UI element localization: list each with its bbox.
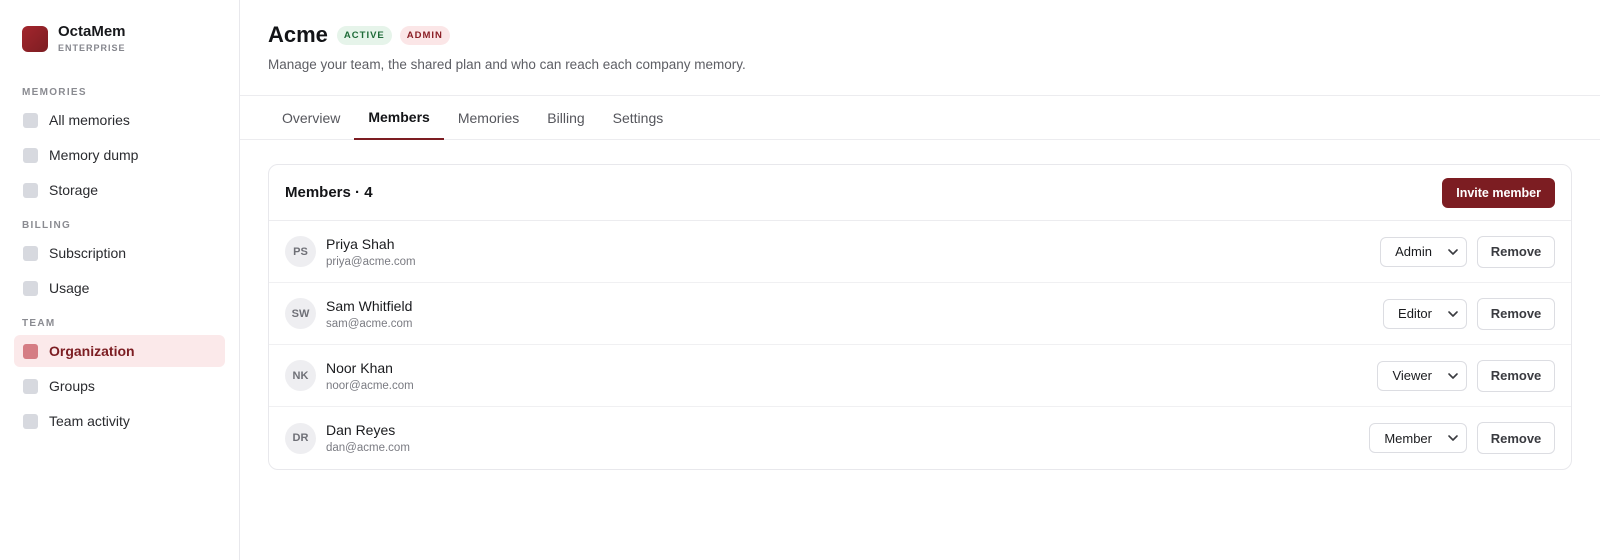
square-icon (23, 245, 38, 261)
sidebar-item-label: Storage (49, 182, 99, 198)
role-select[interactable]: Viewer (1377, 360, 1467, 391)
invite-member-button[interactable]: Invite member (1442, 177, 1555, 208)
sidebar-item-label: Subscription (49, 245, 127, 261)
member-name: Sam Whitfield (326, 297, 413, 314)
sidebar-item-label: Groups (49, 378, 95, 394)
sidebar-item-label: Team activity (49, 413, 130, 429)
member-email: sam@acme.com (326, 317, 413, 330)
role-badge: ADMIN (399, 25, 450, 45)
square-icon (23, 112, 38, 128)
sidebar: OctaMem ENTERPRISE MEMORIES All memories… (0, 0, 240, 560)
tab-settings[interactable]: Settings (599, 96, 678, 140)
avatar: NK (285, 360, 316, 391)
nav-section-team: TEAM Organization Groups Team activity (14, 318, 225, 437)
role-select[interactable]: Editor (1383, 298, 1467, 329)
sidebar-item-label: Organization (49, 343, 135, 359)
members-card-header: Members · 4 Invite member (269, 165, 1571, 221)
sidebar-item-storage[interactable]: Storage (14, 174, 225, 206)
sidebar-item-all-memories[interactable]: All memories (14, 104, 225, 136)
member-name: Priya Shah (326, 235, 395, 252)
tab-billing[interactable]: Billing (533, 96, 598, 140)
page-subtitle: Manage your team, the shared plan and wh… (268, 57, 746, 72)
section-title: TEAM (22, 318, 56, 329)
member-info: Noor Khan noor@acme.com (326, 360, 1377, 392)
member-email: priya@acme.com (326, 255, 416, 268)
members-title: Members · 4 (285, 184, 373, 201)
nav-section-memories: MEMORIES All memories Memory dump Storag… (14, 87, 225, 206)
sidebar-item-team-activity[interactable]: Team activity (14, 405, 225, 437)
remove-member-button[interactable]: Remove (1477, 359, 1555, 392)
status-badge: ACTIVE (336, 25, 392, 45)
chevron-down-icon (1448, 310, 1458, 317)
tab-members[interactable]: Members (354, 96, 444, 140)
members-card: Members · 4 Invite member PS Priya Shah … (268, 164, 1572, 470)
chevron-down-icon (1448, 435, 1458, 441)
tab-bar: Overview Members Memories Billing Settin… (240, 96, 1600, 140)
member-name: Noor Khan (326, 359, 393, 376)
tab-memories[interactable]: Memories (444, 96, 533, 140)
role-select[interactable]: Member (1369, 423, 1467, 453)
sidebar-item-groups[interactable]: Groups (14, 370, 225, 402)
square-icon (23, 182, 38, 198)
sidebar-item-usage[interactable]: Usage (14, 272, 225, 304)
chevron-down-icon (1448, 372, 1458, 379)
member-info: Dan Reyes dan@acme.com (326, 422, 1369, 454)
table-row: PS Priya Shah priya@acme.com Admin Remov… (269, 221, 1571, 283)
page-title: Acme (268, 22, 328, 47)
member-email: dan@acme.com (326, 442, 410, 454)
role-select-value: Editor (1398, 306, 1432, 321)
square-icon (23, 413, 38, 429)
remove-member-button[interactable]: Remove (1477, 235, 1555, 268)
remove-member-button[interactable]: Remove (1477, 422, 1555, 454)
section-title: MEMORIES (22, 87, 87, 98)
nav-section-billing: BILLING Subscription Usage (14, 220, 225, 304)
brand[interactable]: OctaMem ENTERPRISE (14, 24, 225, 53)
sidebar-item-label: All memories (49, 112, 130, 128)
avatar: SW (285, 298, 316, 329)
sidebar-item-label: Memory dump (49, 147, 139, 163)
square-icon (23, 280, 38, 296)
octamem-logo (22, 25, 48, 52)
tab-overview[interactable]: Overview (268, 96, 354, 140)
table-row: DR Dan Reyes dan@acme.com Member Remove (269, 407, 1571, 469)
avatar: DR (285, 422, 316, 454)
member-email: noor@acme.com (326, 379, 414, 392)
table-row: SW Sam Whitfield sam@acme.com Editor Rem… (269, 283, 1571, 345)
table-row: NK Noor Khan noor@acme.com Viewer Remove (269, 345, 1571, 407)
member-info: Sam Whitfield sam@acme.com (326, 298, 1383, 330)
brand-name: OctaMem (58, 23, 126, 40)
section-title: BILLING (22, 220, 72, 231)
page-header: Acme ACTIVE ADMIN Manage your team, the … (240, 0, 1600, 96)
role-select-value: Member (1384, 430, 1432, 446)
role-select-value: Viewer (1392, 368, 1432, 383)
chevron-down-icon (1448, 248, 1458, 255)
role-select-value: Admin (1395, 244, 1432, 259)
sidebar-item-organization[interactable]: Organization (14, 335, 225, 367)
member-info: Priya Shah priya@acme.com (326, 236, 1380, 268)
brand-plan: ENTERPRISE (58, 43, 126, 53)
remove-member-button[interactable]: Remove (1477, 297, 1555, 330)
avatar: PS (285, 236, 316, 267)
square-icon (23, 343, 38, 359)
square-icon (23, 378, 38, 394)
title-row: Acme ACTIVE ADMIN (268, 22, 1572, 48)
member-name: Dan Reyes (326, 422, 396, 438)
role-select[interactable]: Admin (1380, 236, 1467, 267)
sidebar-item-subscription[interactable]: Subscription (14, 237, 225, 269)
sidebar-item-label: Usage (49, 280, 90, 296)
main-content: Acme ACTIVE ADMIN Manage your team, the … (240, 0, 1600, 560)
square-icon (23, 147, 38, 163)
sidebar-item-memory-dump[interactable]: Memory dump (14, 139, 225, 171)
